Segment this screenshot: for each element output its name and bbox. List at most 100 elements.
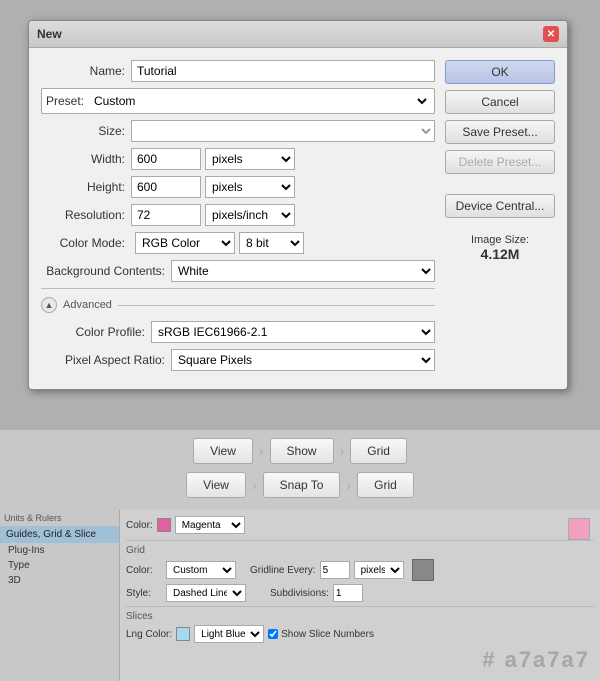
ok-button[interactable]: OK bbox=[445, 60, 555, 84]
pixelaspect-label: Pixel Aspect Ratio: bbox=[41, 353, 171, 367]
gridline-label: Gridline Every: bbox=[250, 565, 316, 576]
dialog-actions: OK Cancel Save Preset... Delete Preset..… bbox=[445, 60, 555, 377]
bitdepth-select[interactable]: 8 bit bbox=[239, 232, 304, 254]
height-unit-select[interactable]: pixels bbox=[205, 176, 295, 198]
grid-color-select[interactable]: Custom bbox=[166, 561, 236, 579]
save-preset-button[interactable]: Save Preset... bbox=[445, 120, 555, 144]
bgcontents-label: Background Contents: bbox=[41, 264, 171, 278]
bgcontents-select[interactable]: White bbox=[171, 260, 435, 282]
guides-color-select[interactable]: Magenta bbox=[175, 516, 245, 534]
colormode-select[interactable]: RGB Color bbox=[135, 232, 235, 254]
image-size-value: 4.12M bbox=[445, 246, 555, 262]
device-central-button[interactable]: Device Central... bbox=[445, 194, 555, 218]
slices-divider bbox=[126, 606, 594, 607]
size-select[interactable] bbox=[131, 120, 435, 142]
chevron-icon-4: › bbox=[346, 477, 351, 493]
chevron-icon-1: › bbox=[259, 443, 264, 459]
gridline-unit-select[interactable]: pixels bbox=[354, 561, 404, 579]
show-slice-numbers-text: Show Slice Numbers bbox=[281, 629, 374, 640]
name-row: Name: bbox=[41, 60, 435, 82]
chevron-icon-3: › bbox=[252, 477, 257, 493]
advanced-header: ▲ Advanced bbox=[41, 297, 435, 313]
advanced-section: ▲ Advanced Color Profile: sRGB IEC61966-… bbox=[41, 288, 435, 371]
show-slice-numbers-label: Show Slice Numbers bbox=[268, 629, 374, 640]
view-button-2[interactable]: View bbox=[186, 472, 246, 498]
watermark-text: # a7a7a7 bbox=[482, 647, 590, 673]
advanced-toggle[interactable]: ▲ bbox=[41, 297, 57, 313]
width-label: Width: bbox=[41, 152, 131, 166]
dialog-form: Name: Preset: Custom Size: Width: pi bbox=[41, 60, 435, 377]
gridline-input[interactable] bbox=[320, 561, 350, 579]
pixelaspect-row: Pixel Aspect Ratio: Square Pixels bbox=[41, 349, 435, 371]
bottom-toolbar: View › Show › Grid View › Snap To › Grid bbox=[0, 430, 600, 514]
image-size-block: Image Size: 4.12M bbox=[445, 234, 555, 262]
resolution-unit-select[interactable]: pixels/inch bbox=[205, 204, 295, 226]
width-unit-select[interactable]: pixels bbox=[205, 148, 295, 170]
show-button[interactable]: Show bbox=[270, 438, 334, 464]
close-button[interactable]: ✕ bbox=[543, 26, 559, 42]
toolbar-row-2: View › Snap To › Grid bbox=[80, 472, 520, 498]
width-input[interactable] bbox=[131, 148, 201, 170]
advanced-divider bbox=[118, 305, 435, 306]
view-button-1[interactable]: View bbox=[193, 438, 253, 464]
style-select[interactable]: Dashed Lines bbox=[166, 584, 246, 602]
name-input[interactable] bbox=[131, 60, 435, 82]
left-panel: Units & Rulers Guides, Grid & Slice Plug… bbox=[0, 510, 120, 681]
line-color-select[interactable]: Light Blue bbox=[194, 625, 264, 643]
magenta-swatch bbox=[157, 518, 171, 532]
slices-section-label: Slices bbox=[126, 611, 594, 622]
pink-swatch bbox=[568, 518, 590, 540]
dialog-body: Name: Preset: Custom Size: Width: pi bbox=[29, 48, 567, 389]
new-document-dialog: New ✕ Name: Preset: Custom Size: bbox=[28, 20, 568, 390]
colormode-row: Color Mode: RGB Color 8 bit bbox=[41, 232, 435, 254]
dialog-title: New bbox=[37, 27, 62, 41]
guides-grid-tab[interactable]: Guides, Grid & Slice bbox=[0, 526, 119, 543]
preset-select[interactable]: Custom bbox=[88, 91, 430, 111]
grid-button-2[interactable]: Grid bbox=[357, 472, 414, 498]
cancel-button[interactable]: Cancel bbox=[445, 90, 555, 114]
style-label: Style: bbox=[126, 588, 162, 599]
grid-color-label: Color: bbox=[126, 565, 162, 576]
colorprofile-label: Color Profile: bbox=[41, 325, 151, 339]
3d-item[interactable]: 3D bbox=[0, 573, 119, 588]
size-row: Size: bbox=[41, 120, 435, 142]
grid-button-1[interactable]: Grid bbox=[350, 438, 407, 464]
colormode-label: Color Mode: bbox=[41, 236, 131, 250]
height-input[interactable] bbox=[131, 176, 201, 198]
guides-color-row: Color: Magenta bbox=[126, 516, 594, 534]
delete-preset-button[interactable]: Delete Preset... bbox=[445, 150, 555, 174]
size-label: Size: bbox=[41, 124, 131, 138]
grid-settings-row: Color: Custom Gridline Every: pixels bbox=[126, 559, 594, 581]
snapto-button[interactable]: Snap To bbox=[263, 472, 341, 498]
advanced-label: Advanced bbox=[63, 299, 112, 311]
toolbar-row-1: View › Show › Grid bbox=[80, 438, 520, 464]
type-item[interactable]: Type bbox=[0, 558, 119, 573]
resolution-label: Resolution: bbox=[41, 208, 131, 222]
grid-color-swatch bbox=[412, 559, 434, 581]
resolution-input[interactable] bbox=[131, 204, 201, 226]
colorprofile-select[interactable]: sRGB IEC61966-2.1 bbox=[151, 321, 435, 343]
grid-divider bbox=[126, 540, 594, 541]
subdivisions-label: Subdivisions: bbox=[270, 588, 329, 599]
line-color-label: Lng Color: bbox=[126, 629, 172, 640]
height-label: Height: bbox=[41, 180, 131, 194]
units-rulers-tab[interactable]: Units & Rulers bbox=[0, 510, 119, 526]
dialog-titlebar: New ✕ bbox=[29, 21, 567, 48]
lightblue-swatch bbox=[176, 627, 190, 641]
guides-color-label: Color: bbox=[126, 520, 153, 531]
pixelaspect-select[interactable]: Square Pixels bbox=[171, 349, 435, 371]
subdivisions-input[interactable] bbox=[333, 584, 363, 602]
plugins-item[interactable]: Plug-Ins bbox=[0, 543, 119, 558]
colorprofile-row: Color Profile: sRGB IEC61966-2.1 bbox=[41, 321, 435, 343]
slices-row: Lng Color: Light Blue Show Slice Numbers bbox=[126, 625, 594, 643]
style-subdivisions-row: Style: Dashed Lines Subdivisions: bbox=[126, 584, 594, 602]
resolution-row: Resolution: pixels/inch bbox=[41, 204, 435, 226]
grid-section-label: Grid bbox=[126, 545, 594, 556]
image-size-label: Image Size: bbox=[445, 234, 555, 246]
chevron-icon-2: › bbox=[340, 443, 345, 459]
height-row: Height: pixels bbox=[41, 176, 435, 198]
show-slice-numbers-checkbox[interactable] bbox=[268, 629, 278, 639]
width-row: Width: pixels bbox=[41, 148, 435, 170]
bgcontents-row: Background Contents: White bbox=[41, 260, 435, 282]
name-label: Name: bbox=[41, 64, 131, 78]
